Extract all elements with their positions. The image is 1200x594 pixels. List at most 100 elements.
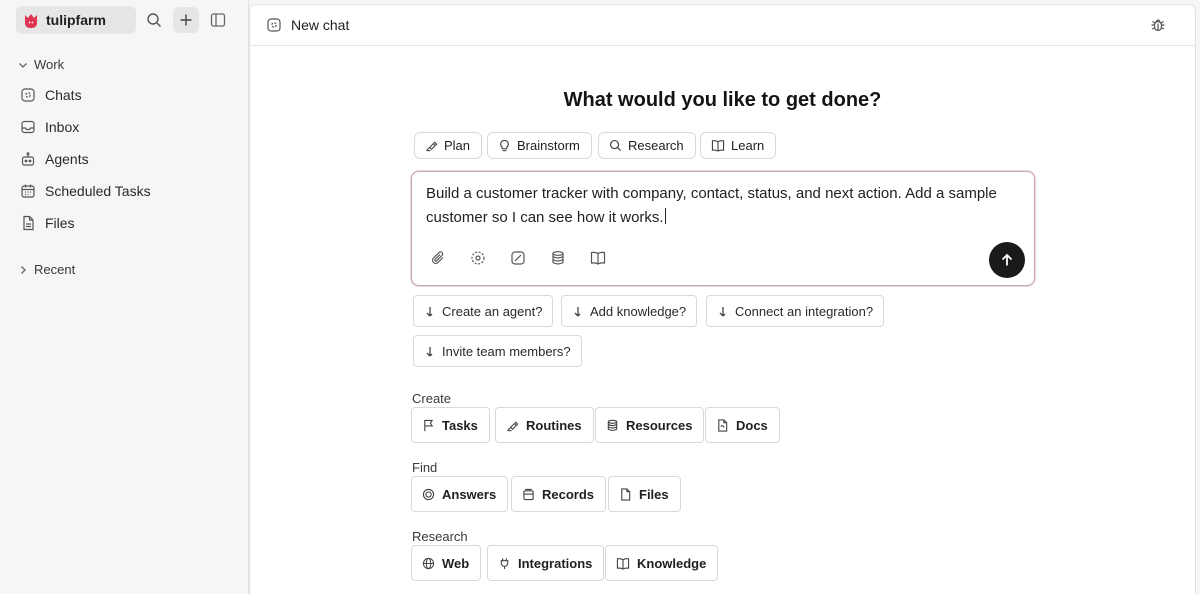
- section-recent-label: Recent: [34, 262, 76, 277]
- sidebar-item-files[interactable]: Files: [20, 213, 75, 233]
- answers-icon: [422, 488, 435, 500]
- chip-label: Knowledge: [637, 555, 707, 571]
- plug-icon: [500, 557, 509, 569]
- chat-composer[interactable]: Build a customer tracker with company, c…: [411, 171, 1035, 286]
- tulip-logo-icon: [25, 14, 37, 28]
- file-icon: [621, 487, 631, 501]
- sidebar-item-label: Chats: [45, 87, 82, 103]
- plan-icon: [426, 141, 438, 152]
- book-icon: [590, 251, 606, 265]
- sidebar-item-chats[interactable]: Chats: [20, 85, 82, 105]
- lightbulb-icon: [500, 139, 509, 152]
- chat-icon: [267, 18, 281, 32]
- book-icon: [711, 140, 725, 152]
- workspace-switcher[interactable]: tulipfarm: [16, 6, 136, 34]
- suggestion-label: Add knowledge?: [590, 303, 687, 319]
- suggestion-label: Connect an integration?: [735, 303, 874, 319]
- flag-icon: [424, 419, 434, 431]
- mode-label: Learn: [731, 138, 765, 153]
- mode-label: Plan: [444, 138, 471, 153]
- create-routines-button[interactable]: Routines: [495, 407, 594, 443]
- new-chat-button[interactable]: [173, 7, 199, 33]
- page-title: New chat: [291, 17, 350, 33]
- chip-label: Docs: [736, 417, 768, 433]
- sidebar-item-label: Agents: [45, 151, 89, 167]
- chevron-down-icon: [19, 62, 27, 68]
- toggle-sidebar-button[interactable]: [205, 7, 231, 33]
- document-icon: [718, 418, 728, 432]
- suggestion-create-agent[interactable]: Create an agent?: [413, 295, 554, 327]
- calendar-icon: [21, 184, 35, 198]
- chip-label: Integrations: [518, 555, 593, 571]
- sidebar-toggle-icon: [210, 13, 226, 27]
- create-tasks-button[interactable]: Tasks: [411, 407, 490, 443]
- database-button[interactable]: [548, 248, 568, 268]
- agent-icon: [21, 152, 35, 166]
- research-web-button[interactable]: Web: [411, 545, 482, 581]
- composer-text: Build a customer tracker with company, c…: [426, 185, 997, 226]
- chip-label: Tasks: [442, 417, 478, 433]
- search-icon: [609, 139, 622, 152]
- records-icon: [523, 488, 534, 500]
- find-answers-button[interactable]: Answers: [411, 476, 509, 512]
- section-work[interactable]: Work: [18, 57, 64, 72]
- search-button[interactable]: [141, 7, 167, 33]
- suggestion-invite-team[interactable]: Invite team members?: [413, 335, 582, 367]
- headline: What would you like to get done?: [563, 89, 882, 111]
- search-icon: [147, 13, 161, 27]
- chevron-right-icon: [21, 265, 26, 274]
- chip-label: Resources: [626, 417, 693, 433]
- chip-label: Routines: [526, 417, 582, 433]
- arrow-down-icon: [719, 306, 726, 316]
- mode-label: Research: [628, 138, 684, 153]
- mode-research-button[interactable]: Research: [598, 132, 696, 159]
- suggestion-connect-integration[interactable]: Connect an integration?: [706, 295, 885, 327]
- sidebar: tulipfarm Work Chats Inbox Agents Schedu…: [0, 0, 249, 594]
- chat-icon: [21, 88, 35, 102]
- group-research-label: Research: [412, 529, 468, 544]
- plus-icon: [180, 14, 192, 26]
- sidebar-item-label: Inbox: [45, 119, 80, 135]
- magic-wand-icon: [511, 251, 525, 265]
- research-integrations-button[interactable]: Integrations: [487, 545, 605, 581]
- arrow-down-icon: [426, 306, 433, 316]
- chip-label: Answers: [442, 486, 497, 502]
- find-files-button[interactable]: Files: [608, 476, 681, 512]
- bug-icon: [1151, 19, 1165, 32]
- sidebar-item-label: Scheduled Tasks: [45, 183, 151, 199]
- paperclip-icon: [431, 251, 444, 265]
- text-caret: [664, 208, 666, 224]
- mode-brainstorm-button[interactable]: Brainstorm: [487, 132, 592, 159]
- chip-label: Files: [639, 486, 669, 502]
- section-work-label: Work: [34, 57, 65, 72]
- mode-label: Brainstorm: [517, 138, 580, 153]
- suggestion-add-knowledge[interactable]: Add knowledge?: [561, 295, 698, 327]
- find-records-button[interactable]: Records: [511, 476, 607, 512]
- composer-input[interactable]: Build a customer tracker with company, c…: [426, 182, 1006, 230]
- arrow-down-icon: [574, 306, 581, 316]
- research-knowledge-button[interactable]: Knowledge: [605, 545, 719, 581]
- knowledge-button[interactable]: [588, 248, 608, 268]
- database-icon: [552, 251, 564, 265]
- mention-agent-button[interactable]: [468, 248, 488, 268]
- section-recent[interactable]: Recent: [18, 262, 75, 277]
- chip-label: Records: [542, 486, 595, 502]
- chip-label: Web: [442, 555, 470, 571]
- attach-button[interactable]: [428, 248, 448, 268]
- chat-header: New chat: [250, 5, 1195, 46]
- send-button[interactable]: [989, 242, 1025, 278]
- sidebar-item-agents[interactable]: Agents: [20, 149, 89, 169]
- sidebar-item-inbox[interactable]: Inbox: [20, 117, 79, 137]
- create-resources-button[interactable]: Resources: [595, 407, 705, 443]
- workspace-name: tulipfarm: [46, 12, 106, 28]
- sidebar-item-scheduled-tasks[interactable]: Scheduled Tasks: [20, 181, 151, 201]
- bug-report-button[interactable]: [1150, 17, 1175, 33]
- arrow-down-icon: [426, 346, 433, 356]
- database-icon: [607, 419, 618, 431]
- agent-mention-icon: [471, 251, 485, 265]
- mode-learn-button[interactable]: Learn: [700, 132, 777, 159]
- magic-button[interactable]: [508, 248, 528, 268]
- create-docs-button[interactable]: Docs: [705, 407, 780, 443]
- group-find-label: Find: [412, 460, 438, 475]
- mode-plan-button[interactable]: Plan: [414, 132, 483, 159]
